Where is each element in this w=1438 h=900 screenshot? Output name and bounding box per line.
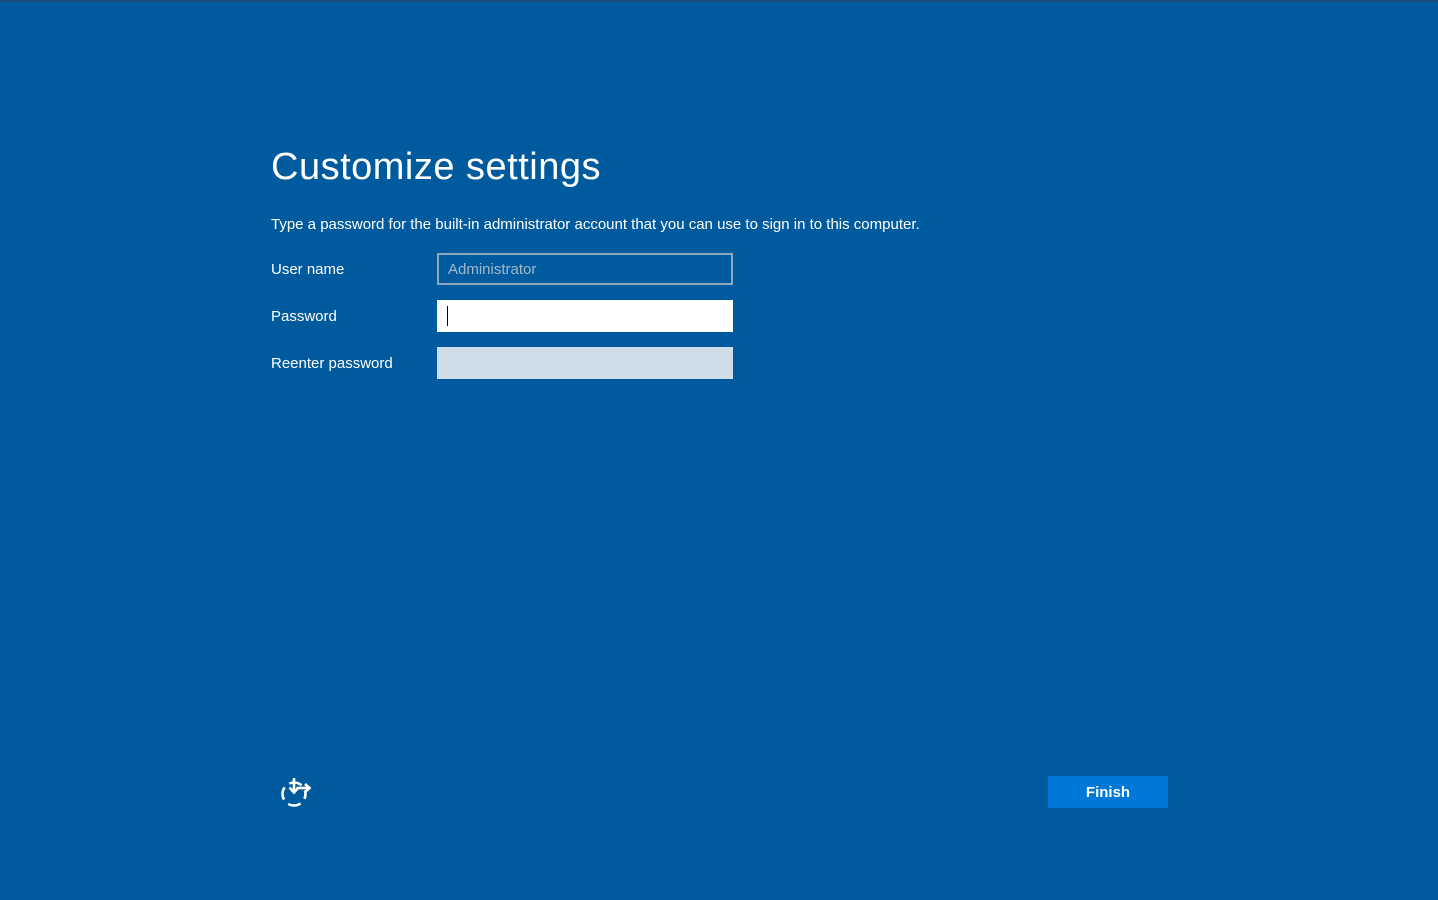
ease-of-access-button[interactable]: [278, 775, 314, 809]
username-label: User name: [271, 260, 345, 278]
password-field-wrap: [437, 300, 733, 332]
footer-bar: Finish: [0, 775, 1438, 809]
password-row: Password: [271, 300, 733, 332]
username-field-wrap: [437, 253, 733, 285]
page-title: Customize settings: [271, 146, 602, 188]
oobe-customize-settings-screen: { "page": { "title": "Customize settings…: [0, 0, 1438, 900]
finish-button[interactable]: Finish: [1048, 776, 1168, 808]
reenter-password-row: Reenter password: [271, 347, 733, 379]
password-input[interactable]: [437, 300, 733, 332]
password-label: Password: [271, 307, 337, 325]
reenter-password-input[interactable]: [437, 347, 733, 379]
top-edge-strip: [0, 0, 1438, 2]
ease-of-access-icon: [281, 778, 312, 807]
reenter-password-label: Reenter password: [271, 354, 393, 372]
username-row: User name: [271, 253, 733, 285]
page-subtitle: Type a password for the built-in adminis…: [271, 216, 920, 233]
username-input[interactable]: [437, 253, 733, 285]
reenter-password-field-wrap: [437, 347, 733, 379]
